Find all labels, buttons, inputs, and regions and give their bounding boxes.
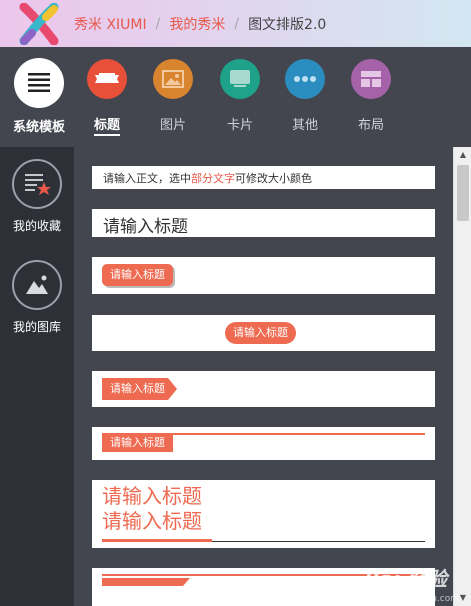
xiumi-logo[interactable] bbox=[18, 2, 60, 45]
sidebar-item-gallery-label: 我的图库 bbox=[12, 320, 61, 334]
breadcrumb-current: 图文排版2.0 bbox=[248, 16, 327, 33]
sidebar-item-favorites-label: 我的收藏 bbox=[12, 219, 61, 233]
title-text: 请输入标题 bbox=[103, 217, 188, 237]
scroll-thumb[interactable] bbox=[457, 165, 469, 221]
editor-panel: 系统模板 标题 图片 卡片 其他 布局 我的收藏 我的图库 请输入正文，选中部分… bbox=[0, 47, 471, 606]
app-header: 秀米 XIUMI / 我的秀米 / 图文排版2.0 bbox=[0, 0, 471, 47]
tab-layout-label: 布局 bbox=[357, 118, 384, 133]
layout-icon bbox=[351, 59, 391, 99]
tab-title-label: 标题 bbox=[93, 114, 120, 136]
template-title-large[interactable]: 请输入标题 请输入标题 bbox=[92, 480, 435, 548]
template-title-pill-center[interactable]: 请输入标题 bbox=[92, 315, 435, 351]
breadcrumb-separator: / bbox=[234, 15, 240, 32]
watermark-url: jingyan.baidu.com bbox=[375, 594, 459, 604]
title-large-text: 请输入标题 请输入标题 bbox=[102, 484, 202, 533]
title-tag: 请输入标题 bbox=[102, 433, 173, 452]
title-accent-rule bbox=[102, 539, 212, 542]
sidebar-item-gallery[interactable]: 我的图库 bbox=[0, 260, 74, 335]
scroll-up-icon[interactable]: ▲ bbox=[454, 147, 471, 163]
sidebar-item-favorites[interactable]: 我的收藏 bbox=[0, 159, 74, 234]
title-base-rule bbox=[212, 541, 425, 542]
more-icon bbox=[285, 59, 325, 99]
template-list: 请输入正文，选中部分文字可修改大小颜色 请输入标题 请输入标题 请输入标题 请输… bbox=[74, 147, 453, 606]
breadcrumb: 秀米 XIUMI / 我的秀米 / 图文排版2.0 bbox=[74, 14, 326, 34]
template-title-plain[interactable]: 请输入标题 bbox=[92, 209, 435, 237]
title-tag bbox=[102, 578, 190, 586]
body-text: 请输入正文，选中部分文字可修改大小颜色 bbox=[103, 172, 312, 185]
template-title-underline[interactable]: 请输入标题 bbox=[92, 427, 435, 460]
tab-layout[interactable]: 布局 bbox=[341, 59, 401, 133]
tab-title[interactable]: 标题 bbox=[77, 59, 137, 136]
system-templates-button[interactable]: 系统模板 bbox=[4, 58, 74, 135]
ribbon-icon bbox=[87, 59, 127, 99]
tab-other-label: 其他 bbox=[291, 118, 318, 133]
tab-image[interactable]: 图片 bbox=[143, 59, 203, 133]
breadcrumb-my-xiumi[interactable]: 我的秀米 bbox=[169, 14, 225, 34]
menu-icon bbox=[14, 58, 64, 108]
watermark: Bai 经验 bbox=[364, 567, 447, 591]
tab-card[interactable]: 卡片 bbox=[210, 59, 270, 133]
gallery-icon bbox=[12, 260, 62, 310]
breadcrumb-home[interactable]: 秀米 XIUMI bbox=[74, 14, 147, 34]
left-sidebar: 我的收藏 我的图库 bbox=[0, 147, 74, 606]
title-pill: 请输入标题 bbox=[102, 264, 173, 286]
breadcrumb-separator: / bbox=[155, 15, 161, 32]
template-title-arrow-tag[interactable]: 请输入标题 bbox=[92, 371, 435, 407]
tab-other[interactable]: 其他 bbox=[275, 59, 335, 133]
favorites-icon bbox=[12, 159, 62, 209]
tab-card-label: 卡片 bbox=[226, 118, 253, 133]
system-templates-label: 系统模板 bbox=[12, 120, 65, 135]
template-body-text[interactable]: 请输入正文，选中部分文字可修改大小颜色 bbox=[92, 166, 435, 189]
card-icon bbox=[220, 59, 260, 99]
scrollbar[interactable]: ▲ ▼ bbox=[453, 147, 471, 606]
tab-image-label: 图片 bbox=[159, 118, 186, 133]
image-icon bbox=[153, 59, 193, 99]
template-title-pill-left[interactable]: 请输入标题 bbox=[92, 257, 435, 294]
title-pill: 请输入标题 bbox=[225, 322, 296, 344]
title-tag: 请输入标题 bbox=[102, 378, 177, 400]
